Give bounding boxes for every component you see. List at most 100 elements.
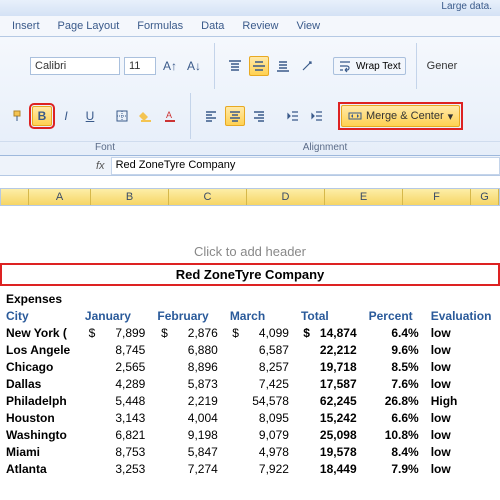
cell-jan[interactable]: 8,753 xyxy=(79,443,151,460)
col-F[interactable]: F xyxy=(403,189,471,205)
cell-city[interactable]: Miami xyxy=(0,443,79,460)
col-B[interactable]: B xyxy=(91,189,169,205)
align-right-icon[interactable] xyxy=(249,106,269,126)
worksheet[interactable]: Click to add header Red ZoneTyre Company… xyxy=(0,244,500,477)
col-E[interactable]: E xyxy=(325,189,403,205)
number-format-label[interactable]: Gener xyxy=(427,60,458,72)
cell-eval[interactable]: High xyxy=(425,392,500,409)
align-center-icon[interactable] xyxy=(225,106,245,126)
cell-feb[interactable]: $ 2,876 xyxy=(151,324,223,341)
cell-eval[interactable]: low xyxy=(425,443,500,460)
cell-feb[interactable]: 9,198 xyxy=(151,426,223,443)
tab-data[interactable]: Data xyxy=(201,20,224,32)
table-row[interactable]: Houston3,1434,0048,09515,2426.6%low xyxy=(0,409,500,426)
cell-jan[interactable]: 6,821 xyxy=(79,426,151,443)
cell-total[interactable]: 25,098 xyxy=(295,426,363,443)
font-size-select[interactable] xyxy=(124,57,156,75)
cell-percent[interactable]: 8.4% xyxy=(363,443,425,460)
hdr-march[interactable]: March xyxy=(224,307,295,324)
shrink-font-icon[interactable]: A↓ xyxy=(184,56,204,76)
cell-total[interactable]: $ 14,874 xyxy=(295,324,363,341)
cell-city[interactable]: New York ( xyxy=(0,324,79,341)
title-merged-cell[interactable]: Red ZoneTyre Company xyxy=(0,263,500,286)
font-color-icon[interactable]: A xyxy=(160,106,180,126)
cell-mar[interactable]: 54,578 xyxy=(224,392,295,409)
decrease-indent-icon[interactable] xyxy=(283,106,303,126)
cell-feb[interactable]: 5,873 xyxy=(151,375,223,392)
cell-jan[interactable]: 3,253 xyxy=(79,460,151,477)
cell-total[interactable]: 15,242 xyxy=(295,409,363,426)
borders-icon[interactable] xyxy=(112,106,132,126)
cell-mar[interactable]: 8,257 xyxy=(224,358,295,375)
cell-total[interactable]: 19,718 xyxy=(295,358,363,375)
font-name-select[interactable] xyxy=(30,57,120,75)
orientation-icon[interactable] xyxy=(297,56,317,76)
table-row[interactable]: Dallas4,2895,8737,42517,5877.6%low xyxy=(0,375,500,392)
tab-review[interactable]: Review xyxy=(242,20,278,32)
cell-jan[interactable]: 8,745 xyxy=(79,341,151,358)
tab-view[interactable]: View xyxy=(296,20,320,32)
cell-total[interactable]: 22,212 xyxy=(295,341,363,358)
cell-jan[interactable]: $ 7,899 xyxy=(79,324,151,341)
table-row[interactable]: Washingto6,8219,1989,07925,09810.8%low xyxy=(0,426,500,443)
increase-indent-icon[interactable] xyxy=(307,106,327,126)
col-C[interactable]: C xyxy=(169,189,247,205)
cell-percent[interactable]: 6.4% xyxy=(363,324,425,341)
cell-mar[interactable]: 8,095 xyxy=(224,409,295,426)
add-header-placeholder[interactable]: Click to add header xyxy=(0,244,500,259)
wrap-text-button[interactable]: Wrap Text xyxy=(333,57,406,75)
cell-mar[interactable]: 7,922 xyxy=(224,460,295,477)
fx-icon[interactable]: fx xyxy=(90,160,111,172)
cell-feb[interactable]: 7,274 xyxy=(151,460,223,477)
cell-percent[interactable]: 7.6% xyxy=(363,375,425,392)
tab-formulas[interactable]: Formulas xyxy=(137,20,183,32)
table-row[interactable]: Atlanta3,2537,2747,92218,4497.9%low xyxy=(0,460,500,477)
col-A[interactable]: A xyxy=(29,189,91,205)
table-row[interactable]: Miami8,7535,8474,97819,5788.4%low xyxy=(0,443,500,460)
align-middle-icon[interactable] xyxy=(249,56,269,76)
cell-percent[interactable]: 6.6% xyxy=(363,409,425,426)
underline-button[interactable]: U xyxy=(80,106,100,126)
cell-eval[interactable]: low xyxy=(425,324,500,341)
merge-center-button[interactable]: Merge & Center ▾ xyxy=(341,105,460,127)
cell-total[interactable]: 18,449 xyxy=(295,460,363,477)
cell-eval[interactable]: low xyxy=(425,341,500,358)
tab-insert[interactable]: Insert xyxy=(12,20,40,32)
cell-mar[interactable]: 4,978 xyxy=(224,443,295,460)
cell-total[interactable]: 19,578 xyxy=(295,443,363,460)
hdr-percent[interactable]: Percent xyxy=(363,307,425,324)
cell-percent[interactable]: 7.9% xyxy=(363,460,425,477)
cell-mar[interactable]: 7,425 xyxy=(224,375,295,392)
cell-percent[interactable]: 8.5% xyxy=(363,358,425,375)
grow-font-icon[interactable]: A↑ xyxy=(160,56,180,76)
cell-feb[interactable]: 2,219 xyxy=(151,392,223,409)
table-row[interactable]: Los Angele8,7456,8806,58722,2129.6%low xyxy=(0,341,500,358)
cell-percent[interactable]: 26.8% xyxy=(363,392,425,409)
table-row[interactable]: Chicago2,5658,8968,25719,7188.5%low xyxy=(0,358,500,375)
cell-mar[interactable]: 6,587 xyxy=(224,341,295,358)
cell-city[interactable]: Washingto xyxy=(0,426,79,443)
cell-total[interactable]: 62,245 xyxy=(295,392,363,409)
cell-jan[interactable]: 5,448 xyxy=(79,392,151,409)
cell-eval[interactable]: low xyxy=(425,426,500,443)
cell-percent[interactable]: 10.8% xyxy=(363,426,425,443)
cell-mar[interactable]: $ 4,099 xyxy=(224,324,295,341)
cell-city[interactable]: Philadelph xyxy=(0,392,79,409)
cell-feb[interactable]: 5,847 xyxy=(151,443,223,460)
cell-feb[interactable]: 4,004 xyxy=(151,409,223,426)
cell-feb[interactable]: 8,896 xyxy=(151,358,223,375)
fill-color-icon[interactable] xyxy=(136,106,156,126)
cell-eval[interactable]: low xyxy=(425,358,500,375)
col-D[interactable]: D xyxy=(247,189,325,205)
hdr-january[interactable]: January xyxy=(79,307,151,324)
cell-jan[interactable]: 3,143 xyxy=(79,409,151,426)
align-top-icon[interactable] xyxy=(225,56,245,76)
expenses-header[interactable]: Expenses xyxy=(0,290,500,307)
col-G[interactable]: G xyxy=(471,189,499,205)
cell-percent[interactable]: 9.6% xyxy=(363,341,425,358)
align-left-icon[interactable] xyxy=(201,106,221,126)
cell-total[interactable]: 17,587 xyxy=(295,375,363,392)
format-painter-icon[interactable] xyxy=(8,106,28,126)
cell-jan[interactable]: 4,289 xyxy=(79,375,151,392)
formula-input[interactable]: Red ZoneTyre Company xyxy=(111,157,500,175)
